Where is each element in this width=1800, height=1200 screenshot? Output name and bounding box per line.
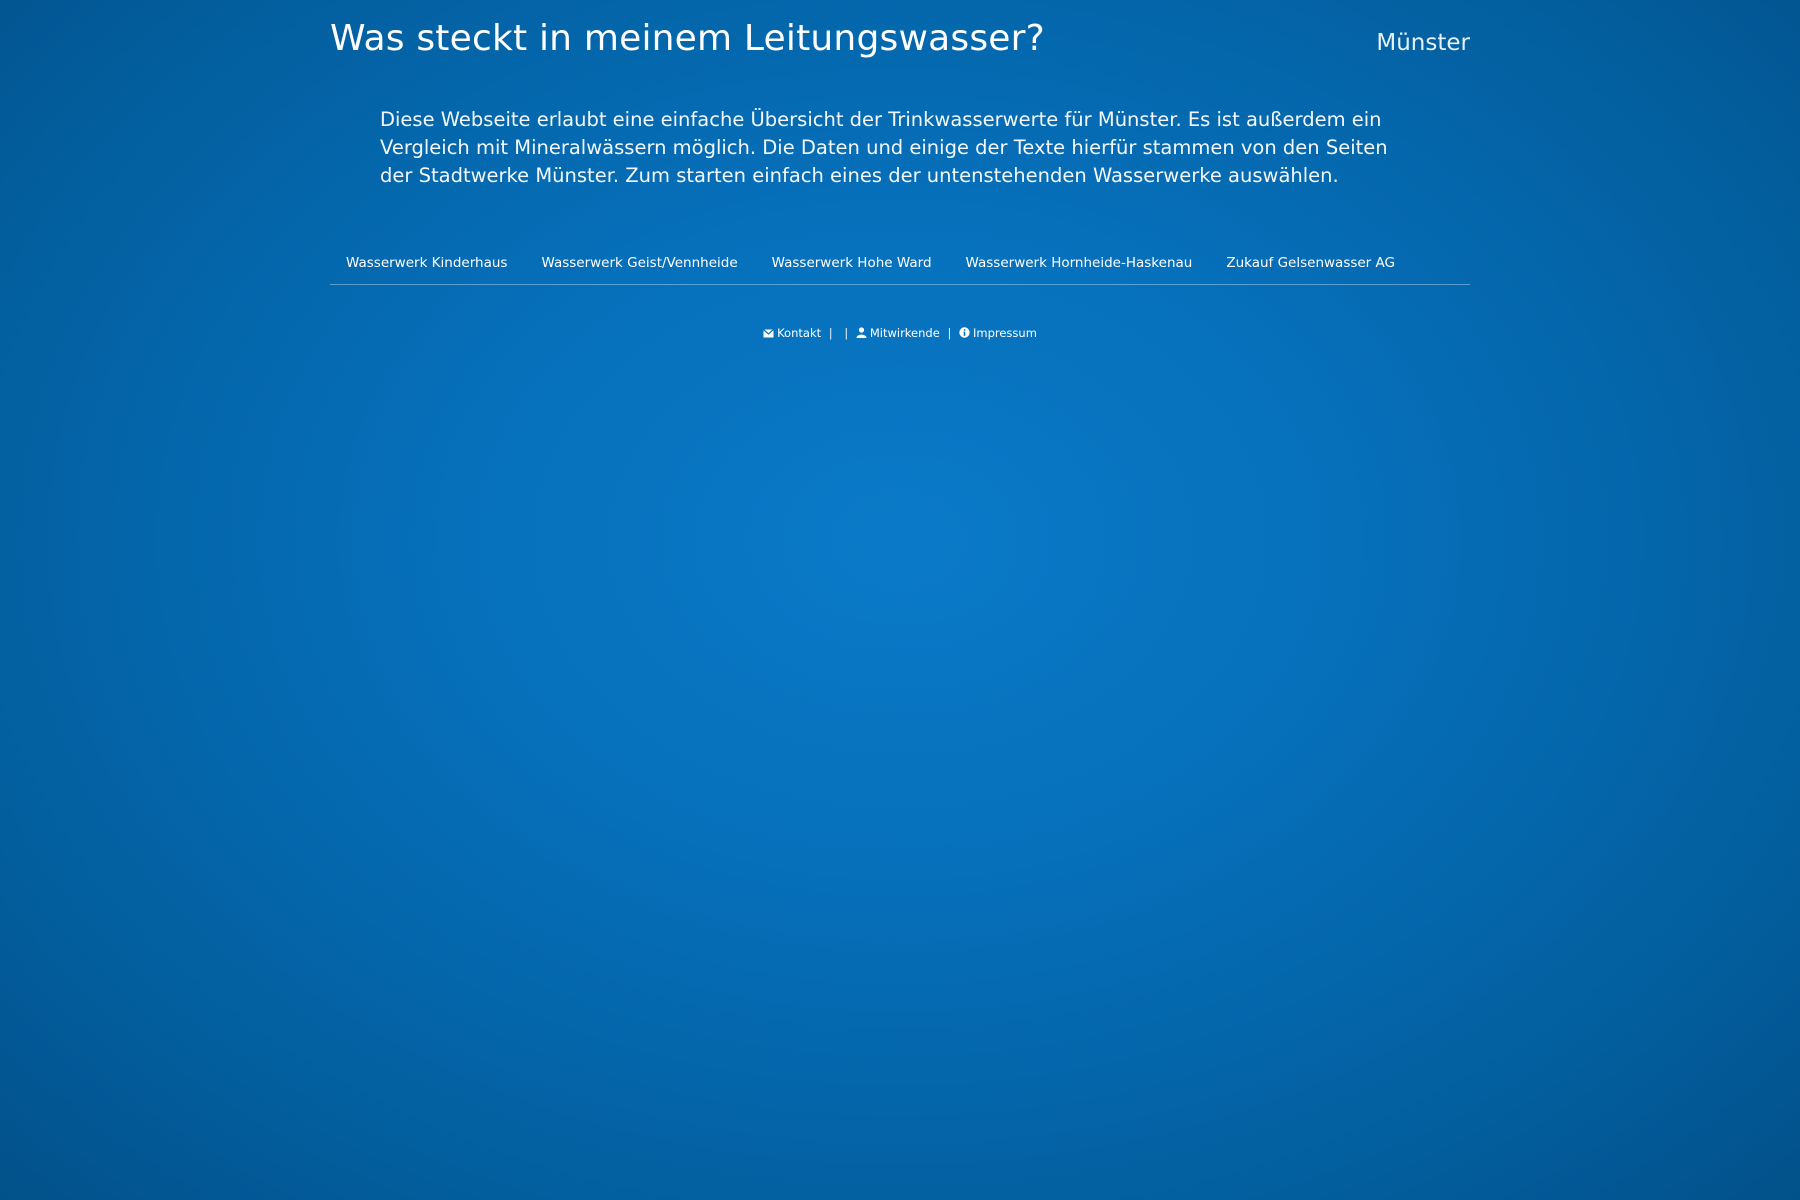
tab-geist-vennheide[interactable]: Wasserwerk Geist/Vennheide <box>525 244 753 284</box>
footer-separator: | <box>947 326 952 340</box>
kontakt-link[interactable]: Kontakt <box>763 326 825 340</box>
footer-separator: | <box>828 326 833 340</box>
mitwirkende-label: Mitwirkende <box>869 326 940 340</box>
tab-hornheide-haskenau[interactable]: Wasserwerk Hornheide-Haskenau <box>950 244 1209 284</box>
header: Was steckt in meinem Leitungswasser? Mün… <box>330 0 1470 80</box>
footer-separator: | <box>844 326 849 340</box>
envelope-icon <box>763 327 774 341</box>
tab-kinderhaus[interactable]: Wasserwerk Kinderhaus <box>330 244 523 284</box>
kontakt-label: Kontakt <box>777 326 822 340</box>
tab-gelsenwasser[interactable]: Zukauf Gelsenwasser AG <box>1210 244 1411 284</box>
tab-hohe-ward[interactable]: Wasserwerk Hohe Ward <box>756 244 948 284</box>
city-name: Münster <box>1376 30 1470 56</box>
mitwirkende-link[interactable]: Mitwirkende <box>856 326 944 340</box>
page-title: Was steckt in meinem Leitungswasser? <box>330 18 1045 59</box>
page-container: Was steckt in meinem Leitungswasser? Mün… <box>330 0 1470 340</box>
impressum-label: Impressum <box>972 326 1037 340</box>
info-circle-icon <box>959 327 970 341</box>
user-icon <box>856 327 867 341</box>
footer: Kontakt | | Mitwirkende | Impressum <box>330 326 1470 341</box>
impressum-link[interactable]: Impressum <box>959 326 1037 340</box>
waterworks-tabs: Wasserwerk Kinderhaus Wasserwerk Geist/V… <box>330 244 1470 285</box>
intro-text: Diese Webseite erlaubt eine einfache Übe… <box>380 108 1388 187</box>
